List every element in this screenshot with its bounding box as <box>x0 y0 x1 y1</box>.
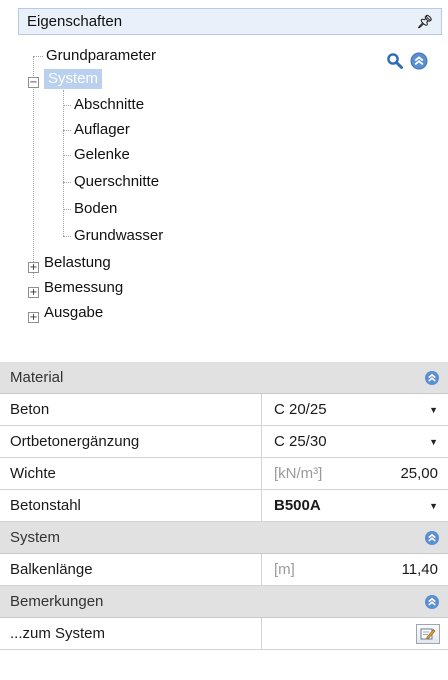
navigation-tree: Grundparameter − System Abschnitte Aufla… <box>22 44 322 334</box>
section-label: Material <box>10 369 64 386</box>
tree-connector <box>33 56 43 57</box>
tree-item-grundwasser[interactable]: Grundwasser <box>74 224 163 248</box>
tree-connector <box>63 105 71 106</box>
property-value: 25,00 <box>400 465 438 482</box>
tree-item-label: Boden <box>74 200 118 217</box>
tree-item-ausgabe[interactable]: Ausgabe <box>44 301 103 325</box>
collapse-toggle-icon[interactable]: − <box>28 77 39 88</box>
tree-item-label: Grundwasser <box>74 227 164 244</box>
unit-label: [kN/m³] <box>274 465 323 482</box>
tree-item-querschnitte[interactable]: Querschnitte <box>74 170 159 194</box>
properties-panel-header: Eigenschaften 📌︎ <box>18 8 442 35</box>
property-row-ortbetonergaenzung[interactable]: Ortbetonergänzung C 25/30 ▼ <box>0 426 448 458</box>
tree-item-label: System <box>44 69 103 89</box>
tree-connector <box>63 209 71 210</box>
tree-item-label: Bemessung <box>44 279 124 296</box>
property-row-zum-system[interactable]: ...zum System <box>0 618 448 650</box>
tree-item-label: Querschnitte <box>74 173 160 190</box>
property-row-beton[interactable]: Beton C 20/25 ▼ <box>0 394 448 426</box>
dropdown-arrow-icon[interactable]: ▼ <box>429 501 438 511</box>
tree-connector <box>63 236 71 237</box>
tree-connector <box>63 182 71 183</box>
tree-item-abschnitte[interactable]: Abschnitte <box>74 93 144 117</box>
section-system[interactable]: System <box>0 522 448 554</box>
property-value: C 20/25 <box>274 401 327 418</box>
tree-connector <box>63 155 71 156</box>
tree-item-bemessung[interactable]: Bemessung <box>44 276 123 300</box>
property-name: Wichte <box>0 458 262 489</box>
property-value: C 25/30 <box>274 433 327 450</box>
tree-connector <box>33 56 34 278</box>
tree-toolbar <box>386 52 428 74</box>
collapse-section-icon[interactable] <box>424 594 440 610</box>
panel-title: Eigenschaften <box>27 13 123 30</box>
pin-icon[interactable]: 📌︎ <box>416 14 433 30</box>
tree-item-grundparameter[interactable]: Grundparameter <box>46 44 156 68</box>
edit-icon <box>420 628 436 639</box>
expand-toggle-icon[interactable]: + <box>28 312 39 323</box>
tree-item-label: Gelenke <box>74 146 130 163</box>
betonstahl-select[interactable]: B500A ▼ <box>262 490 448 521</box>
section-material[interactable]: Material <box>0 362 448 394</box>
property-row-balkenlaenge[interactable]: Balkenlänge [m] 11,40 <box>0 554 448 586</box>
section-label: Bemerkungen <box>10 593 104 610</box>
tree-item-system[interactable]: System <box>44 67 103 91</box>
beton-select[interactable]: C 20/25 ▼ <box>262 394 448 425</box>
collapse-icon[interactable] <box>410 52 428 74</box>
tree-item-gelenke[interactable]: Gelenke <box>74 143 130 167</box>
ortbeton-select[interactable]: C 25/30 ▼ <box>262 426 448 457</box>
dropdown-arrow-icon[interactable]: ▼ <box>429 437 438 447</box>
search-icon[interactable] <box>386 52 404 74</box>
tree-item-boden[interactable]: Boden <box>74 197 117 221</box>
tree-connector <box>63 130 71 131</box>
tree-item-label: Ausgabe <box>44 304 104 321</box>
tree-item-label: Grundparameter <box>46 47 157 64</box>
tree-item-belastung[interactable]: Belastung <box>44 251 111 275</box>
tree-item-label: Auflager <box>74 121 130 138</box>
dropdown-arrow-icon[interactable]: ▼ <box>429 405 438 415</box>
property-value: B500A <box>274 497 321 514</box>
property-name: Betonstahl <box>0 490 262 521</box>
property-name: Ortbetonergänzung <box>0 426 262 457</box>
edit-button[interactable] <box>416 623 440 644</box>
zum-system-value[interactable] <box>262 618 448 649</box>
balkenlaenge-input[interactable]: [m] 11,40 <box>262 554 448 585</box>
section-label: System <box>10 529 61 546</box>
tree-item-auflager[interactable]: Auflager <box>74 118 130 142</box>
property-name: ...zum System <box>0 618 262 649</box>
tree-connector <box>63 90 64 236</box>
unit-label: [m] <box>274 561 295 578</box>
property-value: 11,40 <box>401 561 438 578</box>
section-bemerkungen[interactable]: Bemerkungen <box>0 586 448 618</box>
property-name: Balkenlänge <box>0 554 262 585</box>
expand-toggle-icon[interactable]: + <box>28 287 39 298</box>
tree-item-label: Abschnitte <box>74 96 145 113</box>
property-name: Beton <box>0 394 262 425</box>
wichte-input[interactable]: [kN/m³] 25,00 <box>262 458 448 489</box>
property-row-betonstahl[interactable]: Betonstahl B500A ▼ <box>0 490 448 522</box>
collapse-section-icon[interactable] <box>424 370 440 386</box>
expand-toggle-icon[interactable]: + <box>28 262 39 273</box>
tree-item-label: Belastung <box>44 254 111 271</box>
property-row-wichte[interactable]: Wichte [kN/m³] 25,00 <box>0 458 448 490</box>
property-grid: Material Beton C 20/25 ▼ Ortbetonergänzu… <box>0 362 448 650</box>
collapse-section-icon[interactable] <box>424 530 440 546</box>
